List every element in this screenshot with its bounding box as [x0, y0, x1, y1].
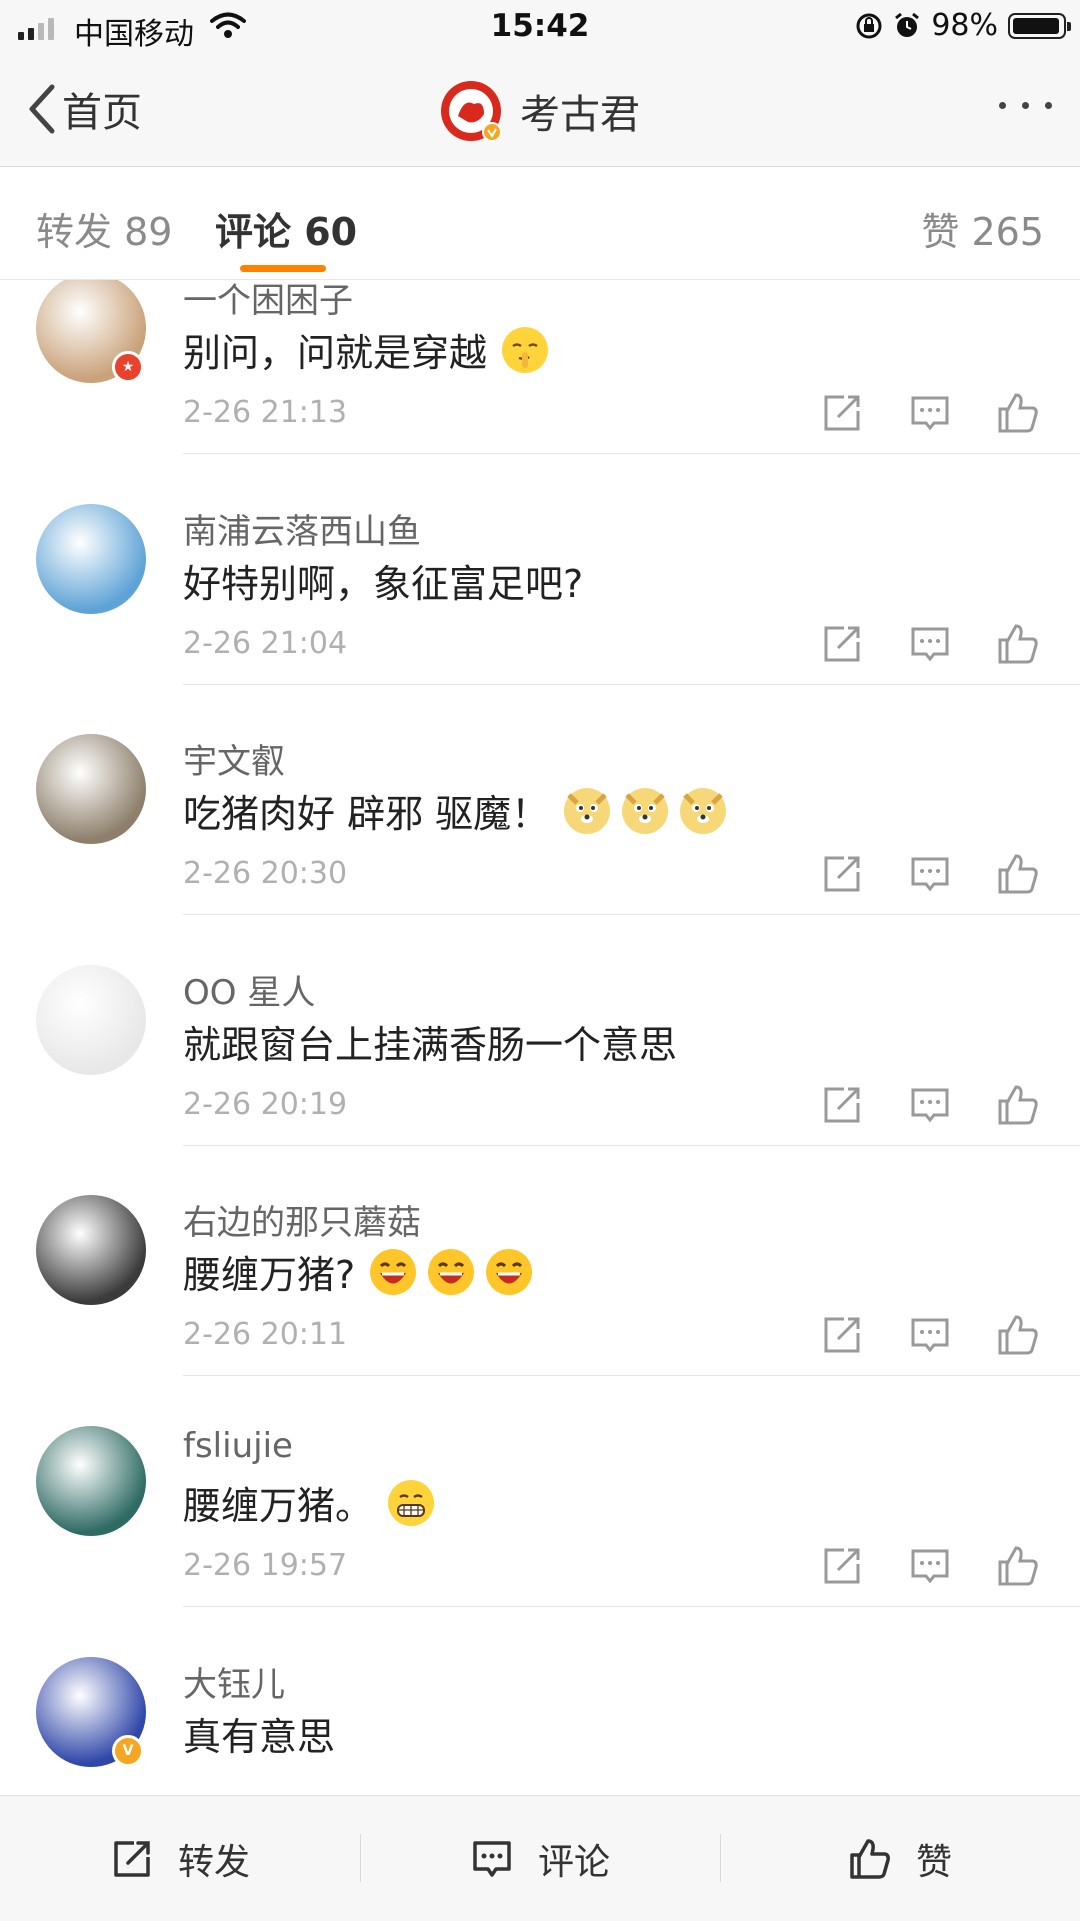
comment-item[interactable]: 南浦云落西山鱼好特别啊，象征富足吧? 2-26 21:04 — [0, 454, 1080, 685]
comment-button[interactable]: 评论 — [360, 1796, 720, 1921]
tab-repost[interactable]: 转发 89 — [36, 201, 172, 256]
comment-item[interactable]: 右边的那只蘑菇腰缠万猪? 2-26 20:11 — [0, 1145, 1080, 1377]
comment-text-content: 腰缠万猪? — [183, 1253, 356, 1298]
bottom-toolbar: 转发 评论 赞 — [0, 1795, 1080, 1921]
doge-emoji — [563, 787, 611, 835]
account-avatar[interactable] — [440, 80, 502, 142]
avatar[interactable] — [36, 964, 146, 1075]
more-dot-icon — [1022, 102, 1029, 109]
comment-timestamp: 2-26 20:30 — [183, 856, 348, 892]
comment-username[interactable]: 宇文叡 — [183, 734, 285, 783]
comment-repost-button[interactable] — [820, 852, 864, 896]
share-icon — [114, 1840, 150, 1877]
comment-username[interactable]: 大钰儿 — [183, 1657, 285, 1706]
comment-repost-button[interactable] — [820, 1083, 864, 1127]
comment-like-button[interactable] — [996, 391, 1040, 435]
comment-text: 真有意思 — [183, 1706, 335, 1761]
battery-percent: 98% — [931, 8, 998, 43]
comment-timestamp: 2-26 21:04 — [183, 625, 348, 661]
more-dot-icon — [999, 102, 1006, 109]
comment-list[interactable]: ★ 一个困困子别问，问就是穿越 2-26 21:13 南浦云落西山鱼好特别啊，象征富足… — [0, 280, 1080, 1795]
comment-username[interactable]: 右边的那只蘑菇 — [183, 1195, 421, 1244]
repost-button[interactable]: 转发 — [0, 1796, 360, 1921]
alarm-icon — [895, 12, 920, 37]
comment-timestamp: 2-26 20:19 — [183, 1086, 348, 1122]
comment-text-content: 就跟窗台上挂满香肠一个意思 — [183, 1022, 678, 1067]
comment-timestamp: 2-26 19:57 — [183, 1548, 348, 1583]
avatar[interactable] — [36, 503, 146, 614]
doge-emoji — [621, 787, 669, 835]
comment-text-content: 真有意思 — [183, 1714, 336, 1759]
comment-item[interactable]: fsliujie 腰缠万猪。 2-26 19:57 — [0, 1376, 1080, 1607]
verified-badge-icon: V — [112, 1734, 144, 1767]
comment-repost-button[interactable] — [820, 1544, 864, 1588]
comment-timestamp: 2-26 21:13 — [183, 395, 348, 430]
comment-repost-button[interactable] — [820, 391, 864, 435]
shush-emoji — [501, 326, 549, 374]
laugh-emoji — [485, 1248, 533, 1296]
comment-reply-button[interactable] — [908, 852, 952, 896]
comment-repost-button[interactable] — [820, 622, 864, 666]
comment-reply-button[interactable] — [908, 1083, 952, 1127]
comment-text-content: 腰缠万猪。 — [183, 1484, 374, 1528]
comment-text-content: 别问，问就是穿越 — [183, 331, 488, 375]
comment-text: 别问，问就是穿越 — [183, 322, 549, 377]
avatar[interactable] — [36, 734, 146, 845]
tab-likes[interactable]: 赞 265 — [921, 201, 1044, 256]
comment-like-button[interactable] — [996, 622, 1040, 666]
comment-username[interactable]: fsliujie — [183, 1426, 293, 1466]
comment-reply-button[interactable] — [908, 1544, 952, 1588]
comment-item[interactable]: ★ 一个困困子别问，问就是穿越 2-26 21:13 — [0, 280, 1080, 454]
comment-item[interactable]: V 大钰儿真有意思 — [0, 1607, 1080, 1795]
comment-text: 就跟窗台上挂满香肠一个意思 — [183, 1014, 677, 1069]
like-button[interactable]: 赞 — [720, 1796, 1080, 1921]
comment-item[interactable]: 宇文叡吃猪肉好 辟邪 驱魔！ 2-26 20:30 — [0, 684, 1080, 916]
comment-username[interactable]: 一个困困子 — [183, 280, 353, 322]
status-bar: 中国移动 15:42 98% — [0, 0, 1080, 54]
comment-reply-button[interactable] — [908, 622, 952, 666]
comment-like-button[interactable] — [996, 852, 1040, 896]
comment-repost-button[interactable] — [820, 1313, 864, 1357]
grin-emoji — [387, 1479, 435, 1527]
comment-text-content: 好特别啊，象征富足吧? — [183, 561, 584, 606]
comment-text-content: 吃猪肉好 辟邪 驱魔！ — [183, 792, 550, 837]
comment-timestamp: 2-26 20:11 — [183, 1317, 348, 1353]
comment-item[interactable]: OO 星人就跟窗台上挂满香肠一个意思 2-26 20:19 — [0, 915, 1080, 1146]
comment-text: 腰缠万猪。 — [183, 1475, 435, 1530]
comment-text: 吃猪肉好 辟邪 驱魔！ — [183, 783, 727, 838]
comment-text: 腰缠万猪? — [183, 1244, 533, 1299]
battery-icon — [1008, 12, 1071, 39]
doge-emoji — [679, 787, 727, 835]
laugh-emoji — [369, 1248, 417, 1296]
more-button[interactable] — [999, 102, 1052, 109]
rotation-lock-icon — [856, 13, 882, 38]
tabs-bar: 转发 89 评论 60 赞 265 — [0, 167, 1080, 280]
comment-like-button[interactable] — [996, 1313, 1040, 1357]
comment-like-button[interactable] — [996, 1544, 1040, 1588]
nav-bar: 首页 考古君 — [0, 54, 1080, 167]
avatar[interactable] — [36, 1195, 146, 1306]
tab-indicator — [240, 265, 326, 272]
comment-label: 评论 — [537, 1841, 610, 1883]
tab-comments[interactable]: 评论 60 — [215, 201, 357, 256]
comment-reply-button[interactable] — [908, 391, 952, 435]
comment-like-button[interactable] — [996, 1083, 1040, 1127]
avatar[interactable] — [36, 1426, 146, 1536]
more-dot-icon — [1045, 102, 1052, 109]
comment-text: 好特别啊，象征富足吧? — [183, 553, 583, 608]
like-label: 赞 — [915, 1841, 952, 1883]
laugh-emoji — [427, 1248, 475, 1296]
comment-username[interactable]: OO 星人 — [183, 965, 315, 1014]
comment-username[interactable]: 南浦云落西山鱼 — [183, 504, 421, 553]
comment-icon — [473, 1840, 511, 1877]
thumbs-up-icon — [850, 1838, 890, 1879]
repost-label: 转发 — [177, 1841, 250, 1883]
member-badge-icon: ★ — [112, 351, 144, 383]
comment-reply-button[interactable] — [908, 1313, 952, 1357]
page-title: 考古君 — [520, 92, 640, 138]
